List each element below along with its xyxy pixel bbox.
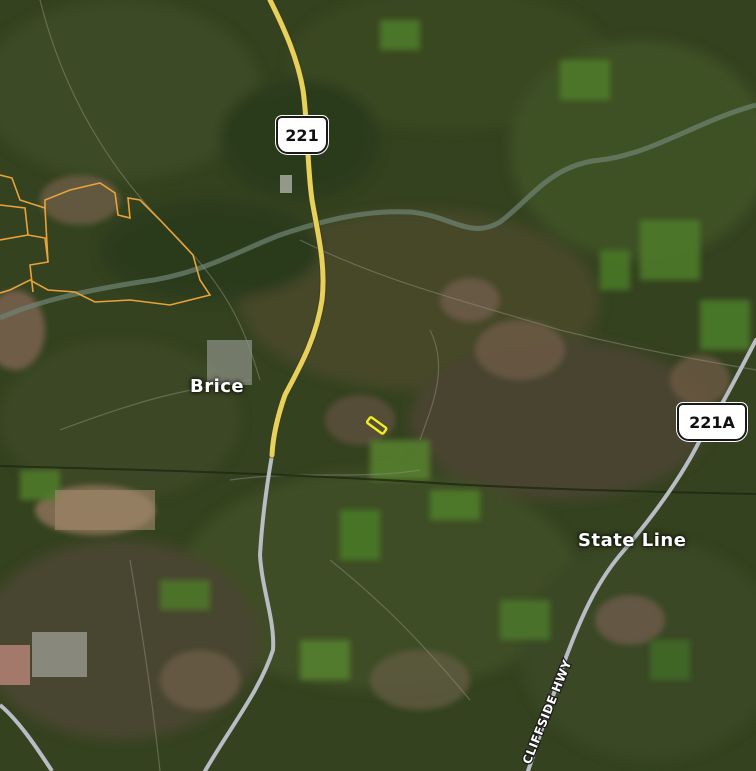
shield-label: 221A [689, 412, 735, 432]
us-highway-shield-icon-221a: 221A [677, 403, 747, 441]
satellite-imagery: CLIFFSIDE HWY [0, 0, 756, 771]
shield-label: 221 [285, 125, 319, 145]
place-label-brice[interactable]: Brice [190, 376, 244, 397]
map-view[interactable]: CLIFFSIDE HWY 221 221A Brice State Line [0, 0, 756, 771]
place-label-state-line[interactable]: State Line [578, 530, 686, 551]
us-highway-shield-icon-221: 221 [276, 116, 328, 154]
